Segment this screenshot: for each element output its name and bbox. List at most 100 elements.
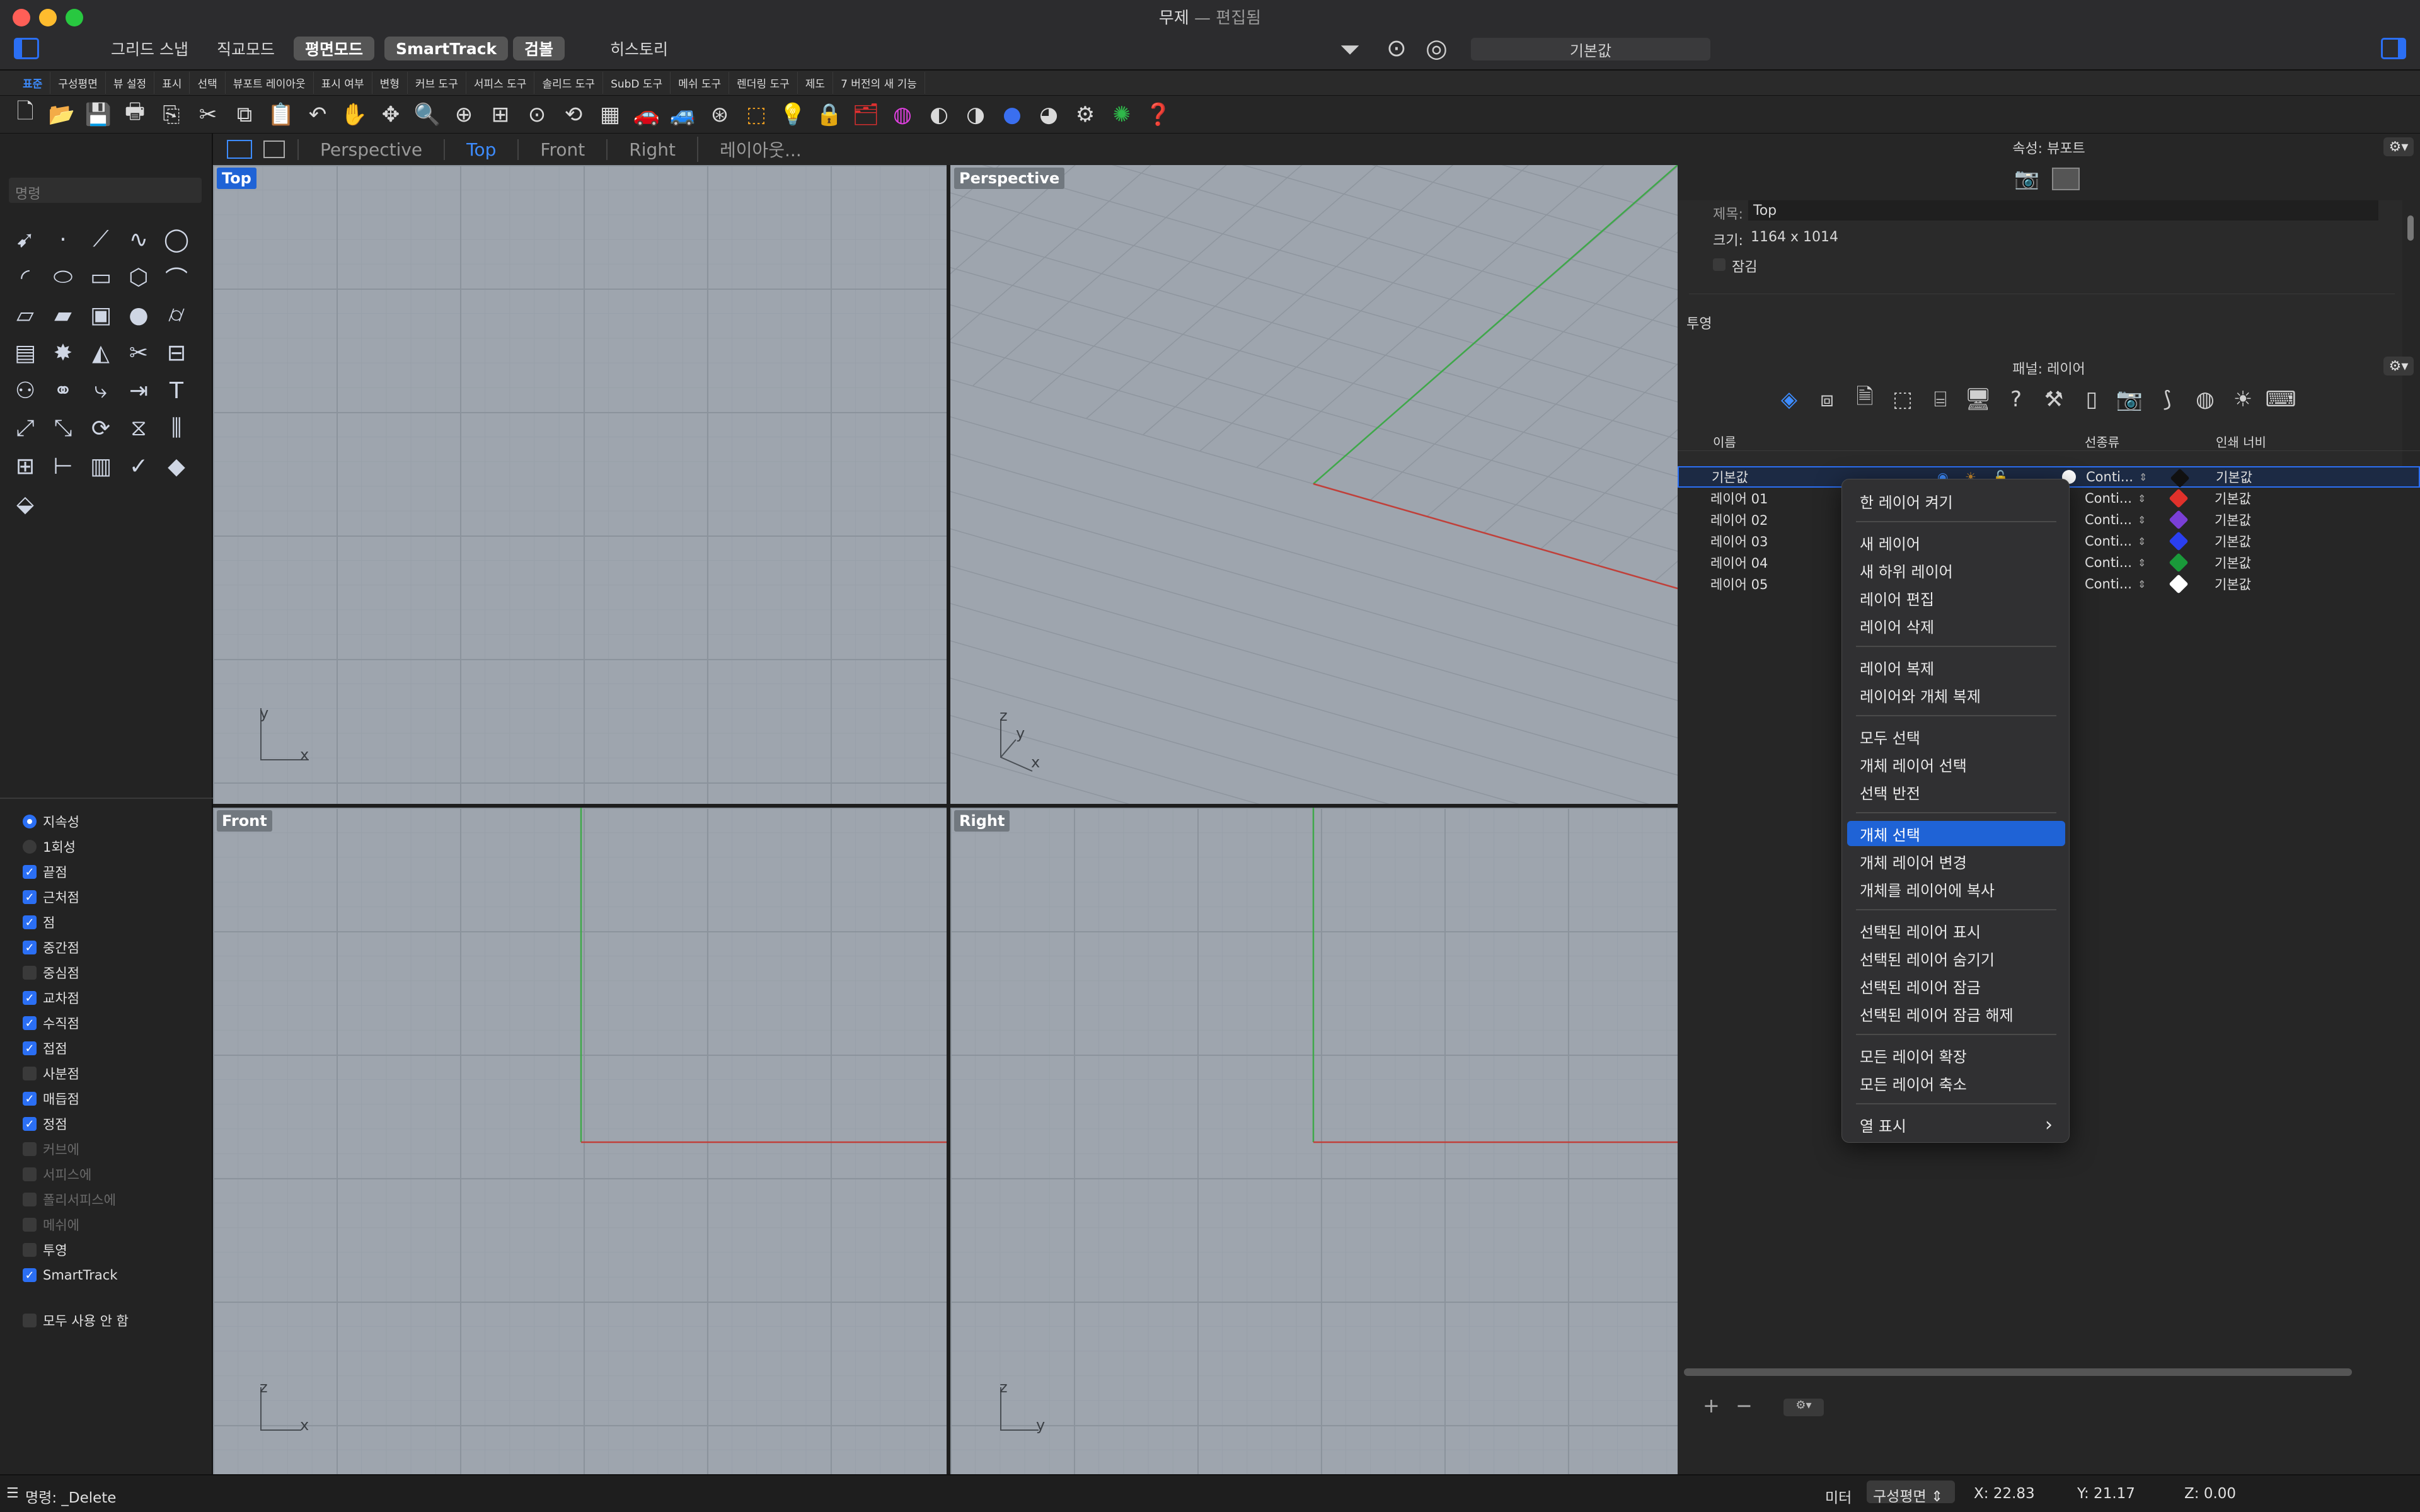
options-icon[interactable]: ⚙: [1069, 98, 1102, 131]
open-file-icon[interactable]: 📂: [45, 98, 78, 131]
offset-icon[interactable]: ⇥: [120, 372, 158, 410]
curve-panel-icon[interactable]: ⟆: [2150, 382, 2184, 416]
blend-icon[interactable]: ⤷: [82, 372, 120, 410]
group-icon[interactable]: ⚇: [6, 372, 44, 410]
viewport-perspective[interactable]: Perspective z y x: [950, 165, 1678, 804]
tab-top[interactable]: Top: [444, 139, 517, 160]
scale-icon[interactable]: ⤡: [44, 410, 82, 447]
layer-printwidth[interactable]: 기본값: [2215, 532, 2251, 551]
undo-icon[interactable]: ↶: [301, 98, 334, 131]
wireframe-sphere-icon[interactable]: ◐: [923, 98, 955, 131]
layer-linetype[interactable]: Conti...: [2085, 534, 2132, 549]
snap-target-icon[interactable]: ⊙: [1386, 34, 1407, 62]
layer-color-swatch[interactable]: [2169, 574, 2189, 594]
toolbar-tab-0[interactable]: 표준: [15, 72, 51, 94]
layer-linetype[interactable]: Conti...: [2085, 491, 2132, 506]
right-sidebar-toggle-icon[interactable]: [2381, 38, 2406, 59]
toolbar-tab-15[interactable]: 7 버전의 새 기능: [833, 72, 925, 94]
split-icon[interactable]: ⊟: [158, 334, 195, 372]
linetype-stepper-icon[interactable]: ⇕: [2139, 471, 2147, 483]
array-icon[interactable]: ⫼: [158, 410, 195, 447]
mode-grid-snap[interactable]: 그리드 스냅: [100, 37, 200, 60]
layer-color-swatch[interactable]: [2169, 488, 2189, 508]
point-icon[interactable]: ·: [44, 220, 82, 258]
cplane-combo[interactable]: 기본값: [1471, 38, 1710, 60]
object-props-icon[interactable]: ⬚: [1886, 382, 1920, 416]
osnap-item[interactable]: 서피스에: [0, 1162, 213, 1187]
context-menu-item[interactable]: 새 하위 레이어: [1847, 558, 2065, 583]
viewport-title-right[interactable]: Right: [954, 810, 1010, 832]
osnap-item[interactable]: ✓ 접점: [0, 1036, 213, 1061]
single-view-layout-icon[interactable]: [263, 140, 285, 158]
context-menu-item[interactable]: 모든 레이어 확장: [1847, 1043, 2065, 1068]
help-icon[interactable]: ❓: [1142, 98, 1175, 131]
lock-checkbox[interactable]: [1713, 258, 1726, 271]
osnap-icon[interactable]: ◎: [1426, 34, 1448, 63]
tab-right[interactable]: Right: [606, 139, 697, 160]
osnap-item[interactable]: 중심점: [0, 960, 213, 985]
toolbar-tab-5[interactable]: 뷰포트 레이아웃: [226, 72, 314, 94]
extrude-icon[interactable]: ▰: [44, 296, 82, 334]
polyline-icon[interactable]: ⟋: [82, 220, 120, 258]
layer-linetype[interactable]: Conti...: [2085, 512, 2132, 527]
cylinder-icon[interactable]: ⌭: [158, 296, 195, 334]
add-layer-button[interactable]: +: [1703, 1394, 1720, 1418]
layer-printwidth[interactable]: 기본값: [2216, 467, 2252, 486]
gumball-icon[interactable]: ⬙: [6, 485, 44, 523]
print-icon[interactable]: 🖶: [118, 98, 151, 131]
col-linetype[interactable]: 선종류: [2085, 432, 2119, 450]
mirror-icon[interactable]: ⧖: [120, 410, 158, 447]
zoom-icon[interactable]: 🔍: [411, 98, 444, 131]
mesh-icon[interactable]: ◆: [158, 447, 195, 485]
osnap-once[interactable]: 1회성: [0, 834, 213, 859]
undo-view-icon[interactable]: ⟲: [557, 98, 590, 131]
context-menu-item[interactable]: 선택 반전: [1847, 779, 2065, 805]
context-menu-item[interactable]: 모두 선택: [1847, 724, 2065, 749]
rotate-view-icon[interactable]: ✥: [374, 98, 407, 131]
context-menu-item[interactable]: 개체 선택: [1847, 821, 2065, 846]
text-icon[interactable]: T: [158, 372, 195, 410]
osnap-disable-all[interactable]: 모두 사용 안 함: [0, 1308, 213, 1333]
layers-panel-icon[interactable]: ◈: [1772, 382, 1806, 416]
circle-icon[interactable]: ◯: [158, 220, 195, 258]
named-views-icon[interactable]: ⌸: [1923, 382, 1957, 416]
mode-history[interactable]: 히스토리: [599, 37, 679, 60]
sphere-icon[interactable]: ●: [120, 296, 158, 334]
properties-scrollbar[interactable]: [2407, 215, 2414, 241]
toolbar-tab-8[interactable]: 커브 도구: [408, 72, 466, 94]
osnap-item[interactable]: ✓ 수직점: [0, 1011, 213, 1036]
context-menu-item[interactable]: 레이어와 개체 복제: [1847, 682, 2065, 707]
viewport-top[interactable]: Top y x: [213, 165, 947, 804]
tab-perspective[interactable]: Perspective: [297, 139, 444, 160]
select-icon[interactable]: ⊛: [703, 98, 736, 131]
blocks-icon[interactable]: ⧈: [1810, 382, 1844, 416]
osnap-item[interactable]: 사분점: [0, 1061, 213, 1086]
linetype-stepper-icon[interactable]: ⇕: [2138, 557, 2146, 569]
lock-icon[interactable]: 🔒: [813, 98, 846, 131]
arrow-select-icon[interactable]: ➹: [6, 220, 44, 258]
col-printwidth[interactable]: 인쇄 너비: [2216, 432, 2266, 450]
rendered-sphere-icon[interactable]: ●: [996, 98, 1028, 131]
layers-icon[interactable]: ⬚: [740, 98, 773, 131]
toolbar-tab-3[interactable]: 표시: [154, 72, 190, 94]
fillet-icon[interactable]: ⌒: [158, 258, 195, 296]
rectangle-icon[interactable]: ▭: [82, 258, 120, 296]
title-input[interactable]: Top: [1748, 200, 2378, 220]
toolbar-tab-1[interactable]: 구성평면: [50, 72, 106, 94]
import-icon[interactable]: ⎘: [155, 98, 188, 131]
context-menu-item[interactable]: 개체를 레이어에 복사: [1847, 876, 2065, 902]
toolbar-tab-7[interactable]: 변형: [372, 72, 408, 94]
toolbar-tab-11[interactable]: SubD 도구: [603, 72, 671, 94]
pan-icon[interactable]: ✋: [338, 98, 371, 131]
context-menu-item[interactable]: 레이어 편집: [1847, 585, 2065, 610]
mode-planar[interactable]: 평면모드: [294, 37, 375, 60]
polygon-icon[interactable]: ⬡: [120, 258, 158, 296]
linetype-stepper-icon[interactable]: ⇕: [2138, 514, 2146, 526]
shaded-sphere-icon[interactable]: ◑: [959, 98, 992, 131]
layer-scrollbar[interactable]: [1684, 1368, 2352, 1376]
boolean-icon[interactable]: ◭: [82, 334, 120, 372]
tab-layout[interactable]: 레이아웃...: [696, 137, 823, 162]
context-menu-item[interactable]: 레이어 복제: [1847, 655, 2065, 680]
osnap-item[interactable]: ✓ 교차점: [0, 985, 213, 1011]
keyboard-icon[interactable]: ⌨: [2264, 382, 2298, 416]
